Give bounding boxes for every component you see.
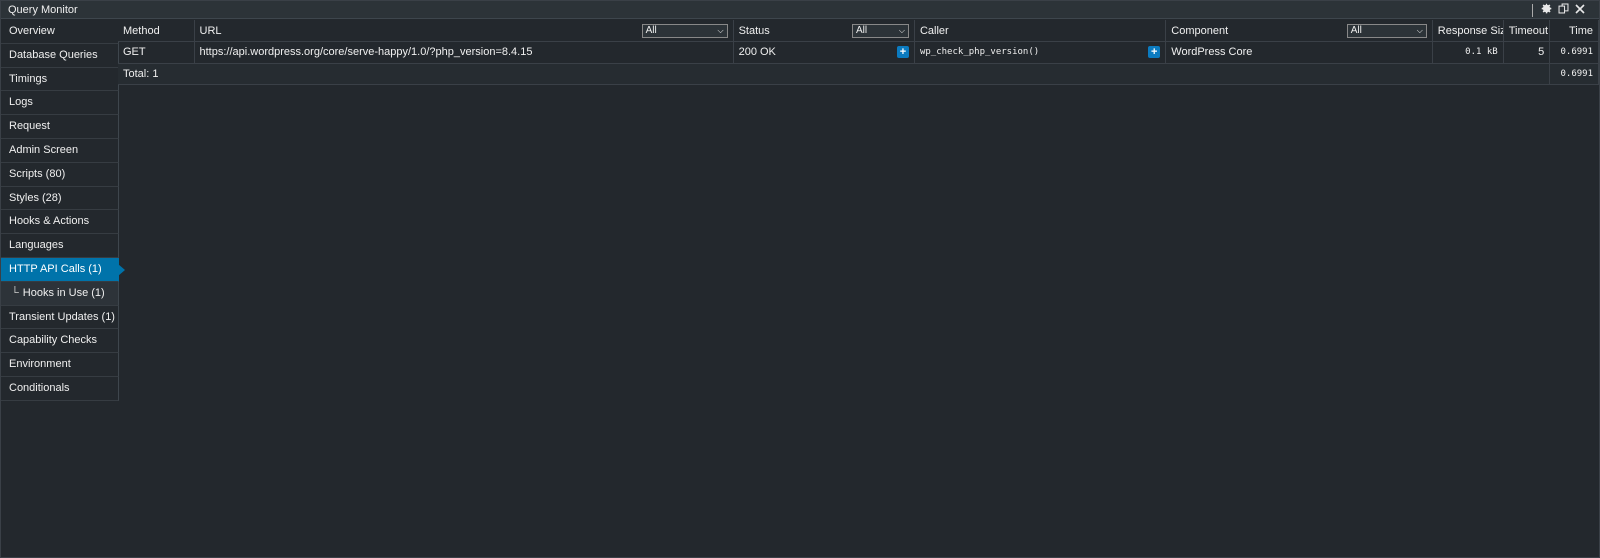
expand-caller-button[interactable]: +	[1148, 46, 1161, 59]
column-header-component: Component All ⌵	[1165, 20, 1433, 42]
query-monitor-panel: Query Monitor Overview Database Queries …	[0, 0, 1600, 558]
dock-toggle-icon[interactable]	[1555, 2, 1571, 18]
close-icon[interactable]	[1572, 2, 1588, 18]
cell-method: GET	[118, 41, 195, 64]
cell-timeout: 5	[1503, 41, 1551, 64]
component-filter-select[interactable]: All ⌵	[1346, 23, 1427, 38]
sidebar-item-hooks-in-use[interactable]: └ Hooks in Use (1)	[1, 281, 119, 306]
total-time: 0.6991	[1549, 63, 1599, 85]
column-header-url: URL All ⌵	[194, 20, 734, 42]
cell-caller: wp_check_php_version() +	[914, 41, 1167, 64]
cell-time: 0.6991	[1549, 41, 1599, 64]
sidebar-item-hooks-actions[interactable]: Hooks & Actions	[1, 210, 119, 235]
sidebar-item-timings[interactable]: Timings	[1, 67, 119, 92]
sidebar-item-logs[interactable]: Logs	[1, 91, 119, 116]
http-api-calls-table: Method URL All ⌵ Status All ⌵ Caller Com…	[118, 20, 1599, 85]
url-filter-select[interactable]: All ⌵	[641, 23, 728, 38]
subitem-corner-icon: └	[11, 286, 19, 299]
http-api-calls-table-container: Method URL All ⌵ Status All ⌵ Caller Com…	[118, 20, 1599, 85]
panel-title: Query Monitor	[8, 4, 78, 16]
column-header-timeout[interactable]: Timeout	[1503, 20, 1551, 42]
sidebar-item-environment[interactable]: Environment	[1, 353, 119, 377]
column-header-method[interactable]: Method	[118, 20, 195, 42]
sidebar-item-hooks-in-use-label: Hooks in Use (1)	[22, 286, 105, 299]
url-filter-value: All	[645, 25, 657, 36]
sidebar-item-request[interactable]: Request	[1, 115, 119, 139]
table-row: GET https://api.wordpress.org/core/serve…	[118, 41, 1599, 64]
column-header-caller: Caller	[914, 20, 1167, 42]
table-total-row: Total: 1 0.6991	[118, 63, 1599, 85]
sidebar-item-transient-updates[interactable]: Transient Updates (1)	[1, 305, 119, 330]
table-header-row: Method URL All ⌵ Status All ⌵ Caller Com…	[118, 20, 1599, 42]
sidebar-nav: Overview Database Queries Timings Logs R…	[1, 20, 119, 401]
expand-response-button[interactable]: +	[896, 46, 909, 59]
gear-icon[interactable]	[1538, 2, 1554, 18]
sidebar-item-database-queries[interactable]: Database Queries	[1, 43, 119, 68]
sidebar-item-capability-checks[interactable]: Capability Checks	[1, 329, 119, 354]
status-filter-value: All	[855, 25, 868, 36]
title-divider	[1532, 4, 1533, 17]
column-header-status: Status All ⌵	[733, 20, 915, 42]
chevron-down-icon: ⌵	[717, 25, 724, 35]
cell-component: WordPress Core	[1165, 41, 1433, 64]
cell-url: https://api.wordpress.org/core/serve-hap…	[194, 41, 734, 64]
sidebar-item-http-api-calls[interactable]: HTTP API Calls (1)	[1, 257, 119, 282]
component-filter-value: All	[1350, 25, 1362, 36]
cell-status: 200 OK +	[733, 41, 915, 64]
column-header-status-label: Status	[738, 24, 770, 37]
status-filter-select[interactable]: All ⌵	[851, 23, 909, 38]
sidebar-item-scripts[interactable]: Scripts (80)	[1, 162, 119, 187]
sidebar-item-styles[interactable]: Styles (28)	[1, 186, 119, 211]
column-header-url-label: URL	[199, 24, 222, 37]
cell-status-text: 200 OK	[738, 46, 776, 59]
chevron-down-icon: ⌵	[1416, 25, 1423, 35]
column-header-time[interactable]: Time	[1549, 20, 1599, 42]
chevron-down-icon: ⌵	[898, 25, 905, 35]
title-bar: Query Monitor	[1, 1, 1599, 19]
cell-response-size: 0.1 kB	[1432, 41, 1504, 64]
sidebar-item-overview[interactable]: Overview	[1, 20, 119, 44]
sidebar-item-admin-screen[interactable]: Admin Screen	[1, 138, 119, 163]
column-header-response-size[interactable]: Response Size	[1432, 20, 1504, 42]
sidebar-item-conditionals[interactable]: Conditionals	[1, 376, 119, 401]
cell-caller-text: wp_check_php_version()	[919, 47, 1040, 58]
column-header-component-label: Component	[1171, 24, 1229, 37]
total-label: Total: 1	[118, 63, 1551, 85]
sidebar-item-languages[interactable]: Languages	[1, 234, 119, 258]
